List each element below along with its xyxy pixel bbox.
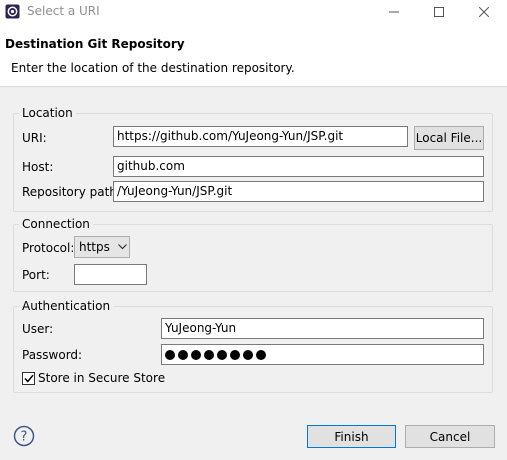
header-divider [0, 86, 507, 87]
port-label: Port: [22, 268, 50, 282]
password-mask-dot [243, 349, 253, 360]
chevron-down-icon [117, 244, 127, 250]
wizard-header [0, 24, 507, 86]
store-secure-label: Store in Secure Store [38, 371, 166, 385]
help-icon: ? [13, 425, 35, 447]
password-mask-dot [178, 349, 188, 360]
host-input[interactable]: github.com [113, 156, 484, 177]
page-description: Enter the location of the destination re… [11, 61, 295, 75]
host-label: Host: [22, 160, 54, 174]
repository-path-input[interactable]: /YuJeong-Yun/JSP.git [113, 181, 484, 202]
user-input[interactable]: YuJeong-Yun [161, 318, 484, 339]
maximize-icon [433, 7, 444, 17]
password-mask-dot [191, 349, 201, 360]
uri-input[interactable]: https://github.com/YuJeong-Yun/JSP.git [113, 126, 408, 147]
finish-button[interactable]: Finish [307, 425, 396, 448]
port-input[interactable] [74, 264, 147, 285]
window-title: Select a URI [27, 4, 100, 18]
close-icon [478, 7, 489, 17]
authentication-group-label: Authentication [19, 299, 114, 313]
repository-path-label: Repository path: [22, 185, 121, 199]
protocol-select[interactable]: https [74, 236, 130, 258]
help-button[interactable]: ? [13, 425, 35, 447]
password-mask-dot [217, 349, 227, 360]
close-button[interactable] [461, 0, 506, 24]
protocol-label: Protocol: [22, 241, 75, 255]
location-group-label: Location [19, 106, 76, 120]
eclipse-app-icon [5, 4, 20, 19]
local-file-button[interactable]: Local File... [414, 126, 484, 150]
page-title: Destination Git Repository [5, 37, 185, 51]
svg-text:?: ? [21, 430, 28, 445]
maximize-button[interactable] [416, 0, 461, 24]
password-input[interactable] [161, 344, 484, 365]
checkmark-icon [23, 374, 34, 383]
user-label: User: [22, 322, 54, 336]
password-mask-dot [165, 349, 175, 360]
password-mask-dot [204, 349, 214, 360]
minimize-button[interactable] [371, 0, 416, 24]
minimize-icon [388, 11, 399, 13]
password-mask-dot [256, 349, 266, 360]
uri-label: URI: [22, 131, 47, 145]
password-mask-dot [230, 349, 240, 360]
password-label: Password: [22, 348, 83, 362]
password-mask [165, 349, 266, 360]
protocol-value: https [79, 240, 110, 254]
store-secure-checkbox[interactable] [22, 372, 35, 385]
connection-group-label: Connection [19, 217, 93, 231]
cancel-button[interactable]: Cancel [405, 425, 495, 448]
